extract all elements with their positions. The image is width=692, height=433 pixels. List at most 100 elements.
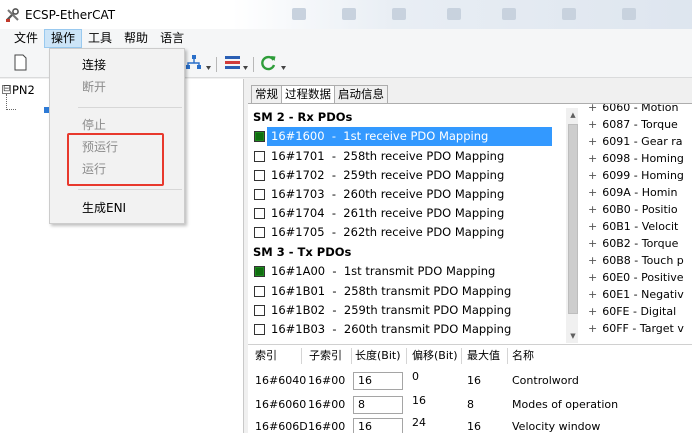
cell-max: 16 — [467, 374, 481, 387]
menu-operation[interactable]: 操作 — [44, 29, 83, 48]
menu-separator — [78, 189, 182, 190]
window-title: ECSP-EtherCAT — [25, 7, 116, 22]
tab-process-data[interactable]: 过程数据 — [281, 85, 335, 104]
pdo-label: 16#1B03 - 260th transmit PDO Mapping — [271, 322, 512, 336]
entry-item[interactable]: +609A - Homin — [588, 185, 677, 201]
dropdown-arrow-icon[interactable] — [206, 66, 211, 70]
menu-item-connect[interactable]: 连接 — [82, 56, 106, 74]
entry-item[interactable]: +60B1 - Velocit — [588, 219, 678, 235]
rx-pdo-header: SM 2 - Rx PDOs — [253, 110, 353, 124]
scroll-up-icon[interactable]: ▲ — [566, 108, 578, 122]
pdo-row[interactable]: 16#1B03 - 260th transmit PDO Mapping — [248, 320, 566, 339]
column-separator — [507, 348, 508, 364]
column-header-max[interactable]: 最大值 — [467, 345, 500, 367]
column-header-offset[interactable]: 偏移(Bit) — [412, 345, 458, 367]
entry-item[interactable]: +60E1 - Negativ — [588, 287, 684, 303]
toolbar-separator — [253, 57, 254, 72]
pdo-checkbox[interactable] — [254, 208, 265, 219]
configuration-icon[interactable] — [224, 54, 241, 71]
entry-item[interactable]: +60B2 - Torque — [588, 236, 678, 252]
refresh-icon[interactable] — [260, 54, 277, 71]
pdo-checkbox[interactable] — [254, 266, 265, 277]
column-header-name[interactable]: 名称 — [512, 345, 534, 367]
entry-item[interactable]: +60FE - Digital — [588, 304, 676, 320]
tools-icon — [6, 7, 19, 22]
menu-item-disconnect[interactable]: 断开 — [82, 78, 106, 96]
pdo-label: 16#1702 - 259th receive PDO Mapping — [271, 168, 505, 182]
menu-file[interactable]: 文件 — [8, 29, 44, 48]
entry-item[interactable]: +60B8 - Touch p — [588, 253, 684, 269]
length-input[interactable]: 16 — [353, 372, 403, 390]
tab-startup[interactable]: 启动信息 — [334, 85, 388, 103]
pdo-checkbox[interactable] — [254, 227, 265, 238]
pdo-row[interactable]: 16#1704 - 261th receive PDO Mapping — [248, 204, 566, 223]
pdo-row[interactable]: 16#1600 - 1st receive PDO Mapping — [248, 127, 566, 146]
dropdown-arrow-icon[interactable] — [281, 66, 286, 70]
pdo-label: 16#1704 - 261th receive PDO Mapping — [271, 206, 505, 220]
new-file-icon[interactable] — [12, 54, 29, 71]
scrollbar-thumb[interactable] — [568, 124, 578, 314]
length-input[interactable]: 16 — [353, 418, 403, 433]
entry-item[interactable]: +60B0 - Positio — [588, 202, 678, 218]
pdo-list-scrollbar[interactable]: ▲ ▼ — [566, 108, 578, 343]
pdo-row[interactable]: 16#1705 - 262th receive PDO Mapping — [248, 223, 566, 242]
entry-item[interactable]: +6098 - Homing — [588, 151, 684, 167]
tree-line — [6, 94, 7, 110]
menu-language[interactable]: 语言 — [154, 29, 190, 48]
pdo-row[interactable]: 16#1702 - 259th receive PDO Mapping — [248, 166, 566, 185]
red-highlight-box — [67, 133, 164, 186]
length-input[interactable]: 8 — [353, 396, 403, 414]
cell-index: 16#606D — [255, 420, 308, 433]
cell-offset: 0 — [412, 370, 419, 383]
entry-item[interactable]: +6087 - Torque — [588, 117, 678, 133]
entry-item[interactable]: +60E0 - Positive — [588, 270, 684, 286]
menu-item-stop[interactable]: 停止 — [82, 116, 106, 134]
pdo-row[interactable]: 16#1B01 - 258th transmit PDO Mapping — [248, 282, 566, 301]
dropdown-arrow-icon[interactable] — [243, 66, 248, 70]
cell-subindex: 16#00 — [308, 398, 346, 411]
cell-index: 16#6040 — [255, 374, 307, 387]
network-scan-icon[interactable] — [185, 54, 202, 71]
collapse-icon[interactable]: ⊟ — [2, 85, 11, 94]
tree-node-root[interactable]: PN2 — [12, 83, 35, 97]
pdo-checkbox[interactable] — [254, 324, 265, 335]
tab-general[interactable]: 常规 — [251, 85, 282, 103]
column-separator — [461, 348, 462, 364]
entry-item[interactable]: +60FF - Target v — [588, 321, 684, 337]
menu-tools[interactable]: 工具 — [82, 29, 118, 48]
menu-item-generate-eni[interactable]: 生成ENI — [82, 199, 126, 217]
pdo-label: 16#1600 - 1st receive PDO Mapping — [267, 127, 552, 146]
tree-line — [6, 109, 16, 110]
title-bar: ECSP-EtherCAT — [0, 0, 692, 29]
column-header-subindex[interactable]: 子索引 — [309, 345, 342, 367]
cell-offset: 24 — [412, 416, 426, 429]
pdo-checkbox[interactable] — [254, 189, 265, 200]
column-separator — [301, 348, 302, 364]
pdo-row[interactable]: 16#1A00 - 1st transmit PDO Mapping — [248, 262, 566, 281]
pdo-checkbox[interactable] — [254, 286, 265, 297]
process-data-panel: SM 2 - Rx PDOs 16#1600 - 1st receive PDO… — [248, 103, 692, 433]
object-entry-list: +6060 - Motion +6087 - Torque +6091 - Ge… — [586, 104, 692, 344]
cell-name: Modes of operation — [512, 398, 619, 411]
menu-separator — [78, 107, 182, 108]
cell-name: Velocity window — [512, 420, 601, 433]
column-header-length[interactable]: 长度(Bit) — [355, 345, 401, 367]
pdo-label: 16#1705 - 262th receive PDO Mapping — [271, 225, 505, 239]
pdo-checkbox[interactable] — [254, 151, 265, 162]
toolbar-separator — [216, 57, 217, 72]
tx-pdo-header: SM 3 - Tx PDOs — [253, 245, 352, 259]
pdo-row[interactable]: 16#1703 - 260th receive PDO Mapping — [248, 185, 566, 204]
scroll-down-icon[interactable]: ▼ — [566, 329, 578, 343]
column-header-index[interactable]: 索引 — [255, 345, 277, 367]
column-separator — [406, 348, 407, 364]
pdo-checkbox[interactable] — [254, 170, 265, 181]
pdo-checkbox[interactable] — [254, 131, 265, 142]
pdo-checkbox[interactable] — [254, 305, 265, 316]
entry-item[interactable]: +6091 - Gear ra — [588, 134, 683, 150]
entry-item[interactable]: +6099 - Homing — [588, 168, 684, 184]
menu-help[interactable]: 帮助 — [118, 29, 154, 48]
pdo-row[interactable]: 16#1701 - 258th receive PDO Mapping — [248, 147, 566, 166]
pdo-label: 16#1B02 - 259th transmit PDO Mapping — [271, 303, 512, 317]
pdo-row[interactable]: 16#1B02 - 259th transmit PDO Mapping — [248, 301, 566, 320]
entry-item[interactable]: +6060 - Motion — [588, 104, 678, 116]
